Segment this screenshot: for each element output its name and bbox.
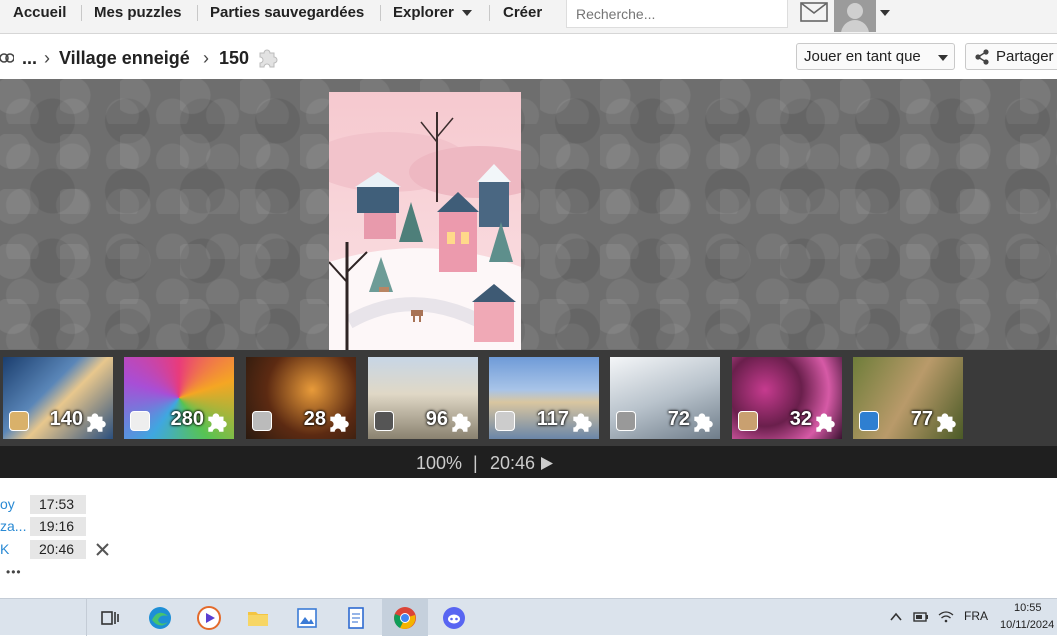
mail-icon[interactable] xyxy=(800,2,828,22)
puzzle-piece-icon xyxy=(259,49,278,68)
puzzle-piece-icon xyxy=(330,413,349,432)
thumbnail-count: 32 xyxy=(789,408,812,430)
more-options-button[interactable]: ••• xyxy=(6,565,22,579)
chevron-right-icon: › xyxy=(203,48,209,68)
battery-icon[interactable] xyxy=(913,611,929,623)
score-time: 19:16 xyxy=(30,517,86,536)
play-icon[interactable] xyxy=(541,457,553,470)
elapsed-time: 20:46 xyxy=(490,453,536,473)
chrome-browser-icon[interactable] xyxy=(393,606,417,630)
thumbnail[interactable]: 140 xyxy=(3,357,113,439)
thumbnail-count: 140 xyxy=(49,408,83,430)
score-player-name[interactable]: oy xyxy=(0,496,15,512)
puzzle-piece-icon xyxy=(208,413,227,432)
puzzle-piece-icon xyxy=(573,413,592,432)
thumbnail[interactable]: 117 xyxy=(489,357,599,439)
nav-explore[interactable]: Explorer xyxy=(393,0,454,26)
thumbnail-count: 117 xyxy=(536,408,569,430)
file-explorer-icon[interactable] xyxy=(246,606,270,630)
notepad-icon[interactable] xyxy=(344,606,368,630)
puzzle-piece-icon xyxy=(87,413,106,432)
progress-percent: 100% xyxy=(416,453,463,473)
puzzle-stage xyxy=(0,79,1057,350)
puzzle-image[interactable] xyxy=(329,92,521,360)
score-time: 20:46 xyxy=(30,540,86,559)
thumbnail[interactable]: 280 xyxy=(124,357,234,439)
status-separator: | xyxy=(473,453,478,473)
close-icon[interactable] xyxy=(96,543,109,556)
puzzle-piece-icon xyxy=(694,413,713,432)
task-view-icon[interactable] xyxy=(98,606,122,630)
score-player-name[interactable]: K xyxy=(0,541,9,557)
chevron-right-icon: › xyxy=(44,48,50,68)
nav-divider xyxy=(489,5,490,21)
thumbnail[interactable]: 77 xyxy=(853,357,963,439)
windows-taskbar: FRA 10:55 10/11/2024 xyxy=(0,598,1057,636)
account-caret-icon[interactable] xyxy=(880,10,890,16)
nav-my-puzzles[interactable]: Mes puzzles xyxy=(94,0,182,26)
thumbnail-count: 280 xyxy=(170,408,204,430)
link-icon[interactable] xyxy=(0,51,14,65)
thumbnail[interactable]: 32 xyxy=(732,357,842,439)
search-input[interactable] xyxy=(566,0,788,28)
game-status-bar: 100% | 20:46 xyxy=(0,446,1057,478)
clock-date[interactable]: 10/11/2024 xyxy=(1000,619,1054,631)
puzzle-thumbnail-strip: 140 280 28 96 117 72 32 77 xyxy=(0,350,1057,446)
wifi-icon[interactable] xyxy=(938,610,954,624)
thumbnail[interactable]: 96 xyxy=(368,357,478,439)
score-time: 17:53 xyxy=(30,495,86,514)
top-navigation: Accueil Mes puzzles Parties sauvegardées… xyxy=(0,0,1057,34)
user-avatar[interactable] xyxy=(834,0,876,32)
chevron-up-icon[interactable] xyxy=(890,612,902,622)
discord-icon[interactable] xyxy=(442,606,466,630)
thumbnail-count: 72 xyxy=(667,408,690,430)
piece-count: 150 xyxy=(219,48,250,68)
puzzle-title: Village enneigé xyxy=(59,48,190,68)
nav-saved-games[interactable]: Parties sauvegardées xyxy=(210,0,364,26)
play-as-dropdown[interactable]: Jouer en tant que xyxy=(796,43,955,70)
thumbnail-count: 96 xyxy=(425,408,448,430)
score-player-name[interactable]: za... xyxy=(0,518,26,534)
chevron-down-icon xyxy=(938,55,948,61)
media-player-icon[interactable] xyxy=(197,606,221,630)
thumbnail-count: 77 xyxy=(910,408,933,430)
explore-caret-icon[interactable] xyxy=(462,10,472,16)
nav-divider xyxy=(197,5,198,21)
thumbnail[interactable]: 72 xyxy=(610,357,720,439)
nav-home[interactable]: Accueil xyxy=(13,0,66,26)
share-button[interactable]: Partager xyxy=(965,43,1057,70)
play-as-label: Jouer en tant que xyxy=(804,48,921,65)
edge-browser-icon[interactable] xyxy=(148,606,172,630)
puzzle-piece-icon xyxy=(816,413,835,432)
breadcrumb-ellipsis[interactable]: ... xyxy=(22,47,37,69)
keyboard-language[interactable]: FRA xyxy=(964,609,988,623)
thumbnail-count: 28 xyxy=(303,408,326,430)
share-label: Partager xyxy=(996,48,1054,65)
share-icon xyxy=(975,49,989,65)
nav-divider xyxy=(380,5,381,21)
nav-create[interactable]: Créer xyxy=(503,0,542,26)
clock-time[interactable]: 10:55 xyxy=(1014,602,1042,614)
puzzle-piece-icon xyxy=(937,413,956,432)
thumbnail[interactable]: 28 xyxy=(246,357,356,439)
puzzle-piece-icon xyxy=(452,413,471,432)
photos-app-icon[interactable] xyxy=(295,606,319,630)
nav-divider xyxy=(81,5,82,21)
breadcrumb: ... › Village enneigé › 150 Jouer en tan… xyxy=(0,35,1057,79)
